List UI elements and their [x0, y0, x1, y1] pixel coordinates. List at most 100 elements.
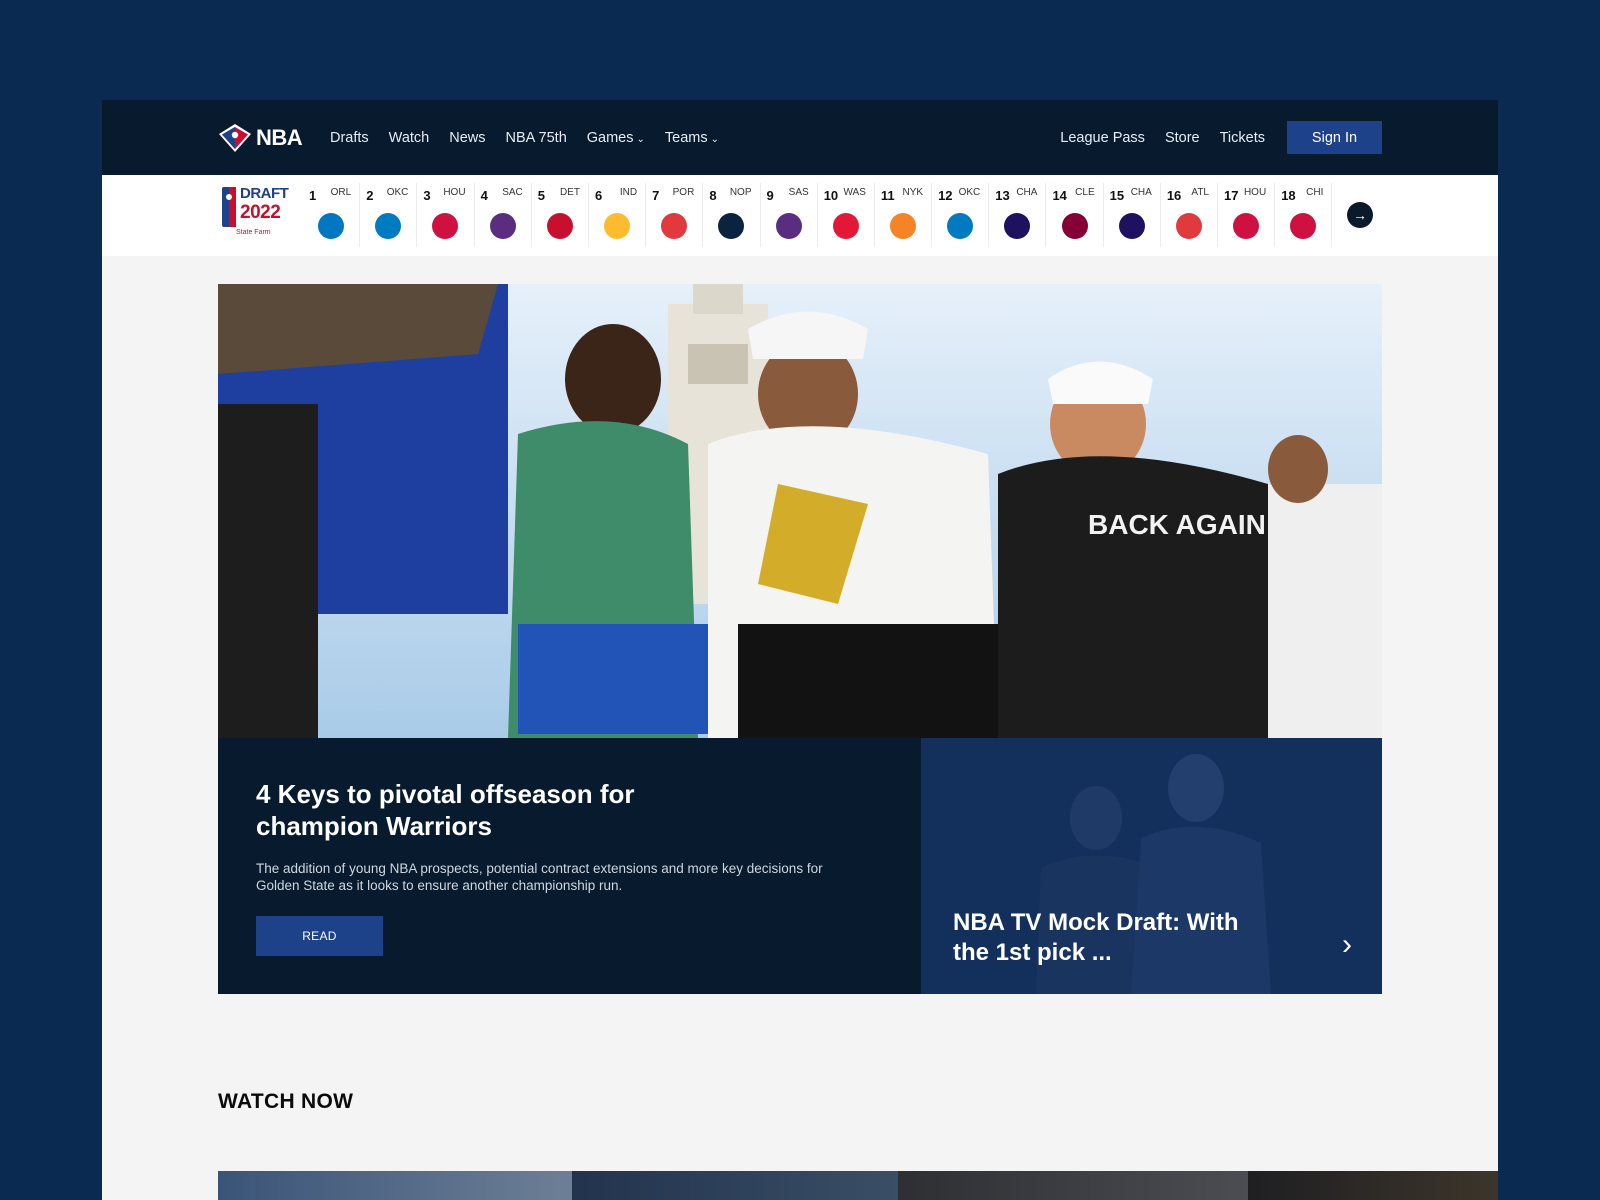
watch-now-video-strip — [218, 1171, 1498, 1200]
mock-draft-promo-card[interactable]: NBA TV Mock Draft: With the 1st pick ...… — [921, 738, 1382, 994]
nav-item-nba-75th[interactable]: NBA 75th — [506, 130, 567, 146]
nba-logo[interactable]: NBA — [218, 122, 303, 154]
page-frame: NBA Drafts Watch News NBA 75th Games ⌄ Teams ⌄ … — [102, 100, 1498, 1200]
draft-logo-line1: DRAFT — [240, 185, 289, 202]
team-logo-icon — [432, 213, 459, 239]
team-logo-icon — [546, 213, 573, 239]
pick-number: 9 — [766, 188, 774, 203]
promo-title: NBA TV Mock Draft: With the 1st pick ... — [953, 909, 1239, 966]
pick-number: 1 — [309, 188, 317, 203]
draft-pick[interactable]: 6 IND — [589, 183, 647, 247]
draft-picks-list: 1 ORL 2 OKC 3 HOU 4 SAC 5 DET 6 IND 7 POR 8 NOP 9 SAS 10 WA… — [303, 183, 1333, 247]
pick-number: 5 — [537, 188, 545, 203]
pick-number: 6 — [594, 188, 603, 203]
draft-pick[interactable]: 5 DET — [532, 183, 589, 247]
team-logo-icon — [1004, 213, 1031, 239]
draft-pick[interactable]: 14 CLE — [1046, 183, 1104, 247]
pick-number: 4 — [480, 188, 488, 203]
nav-item-label: Drafts — [330, 129, 369, 146]
pick-number: 13 — [995, 188, 1010, 203]
chevron-down-icon: ⌄ — [710, 133, 720, 145]
arrow-right-icon: → — [1353, 207, 1367, 223]
draft-pick[interactable]: 8 NOP — [703, 183, 761, 247]
draft-pick[interactable]: 10 WAS — [818, 183, 875, 247]
pick-team-abbr: HOU — [1243, 187, 1267, 198]
draft-bar: DRAFT 2022 State Farm 1 ORL 2 OKC 3 HOU 4 SAC 5 D… — [102, 175, 1498, 256]
hero-shirt-text: BACK AGAIN — [1088, 509, 1266, 540]
nav-item-label: Teams — [664, 129, 708, 146]
pick-team-abbr: WAS — [843, 187, 866, 198]
nav-item-drafts[interactable]: Drafts — [330, 130, 369, 146]
pick-number: 7 — [652, 188, 660, 203]
draft-pick[interactable]: 18 CHI — [1275, 183, 1333, 247]
draft-logo-line2: 2022 — [240, 202, 281, 223]
pick-number: 16 — [1166, 188, 1182, 203]
chevron-down-icon: ⌄ — [636, 133, 645, 145]
pick-number: 14 — [1052, 188, 1067, 203]
team-logo-icon — [1233, 213, 1260, 239]
secondary-nav: League Pass Store Tickets Sign In — [1060, 100, 1382, 175]
nav-item-watch[interactable]: Watch — [389, 130, 430, 146]
next-picks-button[interactable]: → — [1347, 202, 1373, 228]
pick-team-abbr: DET — [559, 187, 580, 198]
nav-item-label: Watch — [388, 129, 430, 146]
team-logo-icon — [1061, 213, 1088, 239]
pick-team-abbr: HOU — [443, 187, 466, 198]
nav-item-label: News — [449, 129, 486, 146]
feature-title[interactable]: 4 Keys to pivotal offseason for champion… — [256, 778, 716, 842]
pick-team-abbr: CHI — [1306, 187, 1324, 198]
draft-pick[interactable]: 13 CHA — [989, 183, 1047, 247]
pick-team-abbr: SAS — [788, 187, 809, 198]
pick-number: 11 — [880, 188, 895, 203]
nav-item-news[interactable]: News — [449, 130, 485, 146]
draft-pick[interactable]: 4 SAC — [475, 183, 532, 247]
nav-item-league-pass[interactable]: League Pass — [1060, 130, 1145, 146]
team-logo-icon — [775, 213, 802, 239]
top-nav: NBA Drafts Watch News NBA 75th Games ⌄ Teams ⌄ … — [102, 100, 1498, 175]
team-logo-icon — [718, 213, 745, 239]
hero-image[interactable]: BACK AGAIN — [218, 284, 1382, 738]
team-logo-icon — [1290, 213, 1317, 239]
draft-pick[interactable]: 7 POR — [646, 183, 704, 247]
draft-pick[interactable]: 3 HOU — [417, 183, 475, 247]
read-button[interactable]: READ — [256, 916, 383, 956]
pick-number: 17 — [1224, 188, 1239, 203]
team-logo-icon — [1118, 213, 1145, 239]
draft-pick[interactable]: 12 OKC — [932, 183, 990, 247]
pick-number: 12 — [938, 188, 953, 203]
sign-in-button[interactable]: Sign In — [1287, 121, 1382, 154]
pick-number: 15 — [1109, 188, 1125, 203]
video-thumbnail[interactable] — [218, 1171, 572, 1200]
team-logo-icon — [318, 213, 345, 239]
video-thumbnail[interactable] — [898, 1171, 1248, 1200]
pick-number: 10 — [823, 188, 839, 203]
nav-item-label: NBA 75th — [505, 129, 567, 146]
draft-pick[interactable]: 1 ORL — [303, 183, 361, 247]
nav-item-games[interactable]: Games ⌄ — [587, 130, 645, 146]
pick-team-abbr: NOP — [729, 187, 752, 198]
pick-team-abbr: IND — [619, 187, 638, 198]
nav-item-store[interactable]: Store — [1165, 130, 1200, 146]
nav-item-tickets[interactable]: Tickets — [1220, 130, 1265, 146]
draft-sponsor: State Farm — [236, 229, 271, 236]
draft-pick[interactable]: 16 ATL — [1161, 183, 1218, 247]
nav-item-label: Games — [586, 129, 634, 146]
team-logo-icon — [889, 213, 916, 239]
chevron-right-icon[interactable]: › — [1342, 928, 1352, 962]
video-thumbnail[interactable] — [572, 1171, 898, 1200]
nba-wordmark: NBA — [256, 125, 303, 150]
draft-pick[interactable]: 2 OKC — [360, 183, 418, 247]
primary-nav: Drafts Watch News NBA 75th Games ⌄ Teams ⌄ — [330, 100, 719, 175]
secondary-nav-items: League Pass Store Tickets — [1060, 130, 1265, 146]
pick-team-abbr: NYK — [902, 187, 924, 198]
draft-pick[interactable]: 11 NYK — [875, 183, 933, 247]
hero-photo-illustration: BACK AGAIN — [218, 284, 1382, 738]
team-logo-icon — [832, 213, 859, 239]
draft-pick[interactable]: 15 CHA — [1104, 183, 1161, 247]
draft-pick[interactable]: 17 HOU — [1218, 183, 1276, 247]
draft-pick[interactable]: 9 SAS — [761, 183, 818, 247]
video-thumbnail[interactable] — [1248, 1171, 1498, 1200]
nav-item-teams[interactable]: Teams ⌄ — [665, 130, 719, 146]
pick-number: 3 — [423, 188, 431, 203]
draft-2022-logo[interactable]: DRAFT 2022 State Farm — [220, 185, 289, 243]
